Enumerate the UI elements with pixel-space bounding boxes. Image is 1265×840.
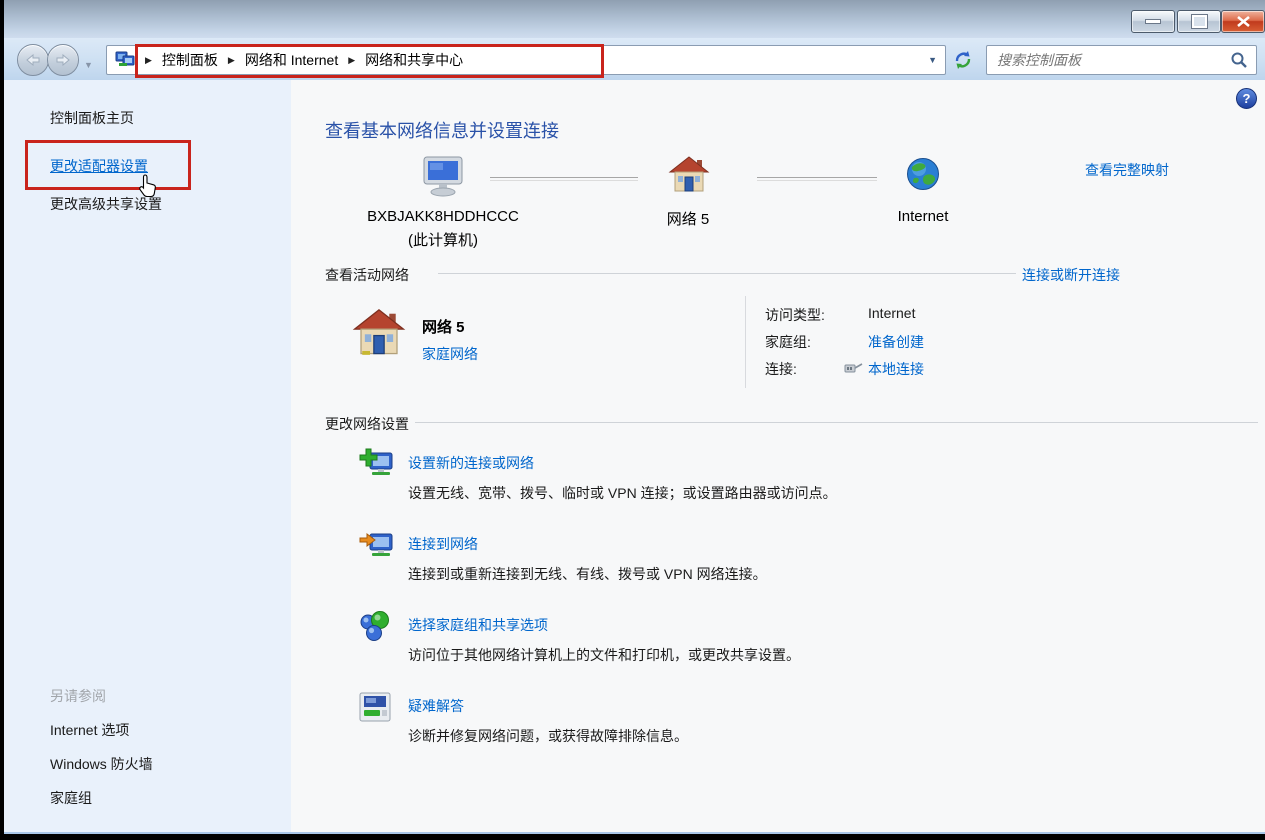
network-house-icon[interactable] bbox=[668, 156, 710, 199]
back-button[interactable] bbox=[17, 44, 49, 76]
address-dropdown-icon[interactable]: ▼ bbox=[928, 55, 937, 65]
see-full-map-link[interactable]: 查看完整映射 bbox=[1085, 160, 1169, 180]
computer-name-label[interactable]: BXBJAKK8HDDHCCC bbox=[355, 208, 531, 225]
map-network-label[interactable]: 网络 5 bbox=[638, 208, 738, 229]
task-connect-network-desc: 连接到或重新连接到无线、有线、拨号或 VPN 网络连接。 bbox=[408, 564, 767, 584]
back-arrow-icon bbox=[25, 54, 41, 66]
task-homegroup-options-desc: 访问位于其他网络计算机上的文件和打印机，或更改共享设置。 bbox=[408, 645, 800, 665]
connect-disconnect-label: 连接或断开连接 bbox=[1022, 267, 1120, 283]
sidebar-item-homegroup[interactable]: 家庭组 bbox=[50, 788, 92, 808]
ethernet-icon bbox=[843, 361, 863, 380]
title-bar bbox=[4, 0, 1265, 38]
this-computer-label: (此计算机) bbox=[355, 229, 531, 250]
access-type-label: 访问类型: bbox=[765, 305, 825, 325]
search-box[interactable] bbox=[986, 45, 1257, 75]
task-homegroup-options-link[interactable]: 选择家庭组和共享选项 bbox=[408, 615, 548, 635]
local-connection-label: 本地连接 bbox=[868, 361, 924, 377]
homegroup-ready-link[interactable]: 准备创建 bbox=[868, 332, 924, 352]
active-network-divider bbox=[745, 296, 746, 388]
maximize-button[interactable] bbox=[1177, 10, 1221, 33]
adapter-settings-highlight-box bbox=[25, 140, 191, 190]
access-type-value: Internet bbox=[868, 305, 915, 321]
close-icon bbox=[1237, 16, 1250, 27]
task-connect-network-label: 连接到网络 bbox=[408, 536, 478, 552]
task-homegroup-options-label: 选择家庭组和共享选项 bbox=[408, 617, 548, 633]
homegroup-ready-label: 准备创建 bbox=[868, 334, 924, 350]
map-connector-line bbox=[490, 177, 638, 181]
section-rule bbox=[438, 273, 1016, 274]
forward-button[interactable] bbox=[47, 44, 79, 76]
close-button[interactable] bbox=[1221, 10, 1265, 33]
task-new-connection-link[interactable]: 设置新的连接或网络 bbox=[408, 453, 534, 473]
task-troubleshoot-desc: 诊断并修复网络问题，或获得故障排除信息。 bbox=[408, 726, 688, 746]
task-new-connection-label: 设置新的连接或网络 bbox=[408, 455, 534, 471]
minimize-button[interactable] bbox=[1131, 10, 1175, 33]
breadcrumb-highlight-box bbox=[135, 44, 604, 78]
see-full-map-label: 查看完整映射 bbox=[1085, 162, 1169, 178]
task-troubleshoot-label: 疑难解答 bbox=[408, 698, 464, 714]
active-network-name: 网络 5 bbox=[422, 316, 465, 337]
refresh-icon bbox=[951, 48, 975, 72]
search-icon bbox=[1230, 51, 1248, 69]
troubleshoot-icon bbox=[358, 691, 394, 730]
task-connect-network-link[interactable]: 连接到网络 bbox=[408, 534, 478, 554]
network-places-icon bbox=[115, 51, 135, 69]
internet-globe-icon[interactable] bbox=[906, 157, 940, 196]
window-bottom-border bbox=[4, 832, 1265, 834]
network-type-link[interactable]: 家庭网络 bbox=[422, 344, 478, 364]
connect-disconnect-link[interactable]: 连接或断开连接 bbox=[1022, 265, 1120, 285]
sidebar-item-internet-options[interactable]: Internet 选项 bbox=[50, 720, 129, 740]
active-network-house-icon bbox=[352, 308, 406, 363]
map-internet-label[interactable]: Internet bbox=[873, 208, 973, 225]
maximize-icon bbox=[1192, 15, 1207, 28]
sidebar-item-control-panel-home[interactable]: 控制面板主页 bbox=[50, 108, 134, 128]
connect-to-network-icon bbox=[358, 529, 394, 568]
help-button[interactable]: ? bbox=[1236, 88, 1257, 109]
computer-icon[interactable] bbox=[418, 156, 468, 203]
search-input[interactable] bbox=[995, 51, 1230, 69]
mouse-cursor-icon bbox=[138, 174, 158, 203]
minimize-icon bbox=[1145, 19, 1161, 24]
see-also-header: 另请参阅 bbox=[50, 686, 106, 706]
change-network-settings-header: 更改网络设置 bbox=[325, 414, 409, 434]
recent-pages-dropdown[interactable]: ▼ bbox=[84, 55, 93, 73]
connections-label: 连接: bbox=[765, 359, 797, 379]
homegroup-sharing-icon bbox=[358, 610, 394, 649]
task-troubleshoot-link[interactable]: 疑难解答 bbox=[408, 696, 464, 716]
forward-arrow-icon bbox=[55, 54, 71, 66]
task-new-connection-desc: 设置无线、宽带、拨号、临时或 VPN 连接；或设置路由器或访问点。 bbox=[408, 483, 837, 503]
page-title: 查看基本网络信息并设置连接 bbox=[325, 117, 559, 143]
refresh-button[interactable] bbox=[951, 48, 975, 77]
home-network-label: 家庭网络 bbox=[422, 346, 478, 362]
active-networks-header: 查看活动网络 bbox=[325, 265, 409, 285]
sidebar-item-windows-firewall[interactable]: Windows 防火墙 bbox=[50, 754, 153, 774]
chevron-down-icon: ▼ bbox=[84, 60, 93, 70]
map-connector-line bbox=[757, 177, 877, 181]
section-rule bbox=[415, 422, 1258, 423]
local-connection-link[interactable]: 本地连接 bbox=[868, 359, 924, 379]
network-sharing-center-window: ▼ ▶ 控制面板 ▶ 网络和 Internet ▶ 网络和共享中心 ▼ bbox=[0, 0, 1265, 840]
homegroup-label: 家庭组: bbox=[765, 332, 811, 352]
help-icon: ? bbox=[1243, 91, 1251, 106]
new-connection-icon bbox=[358, 448, 394, 487]
